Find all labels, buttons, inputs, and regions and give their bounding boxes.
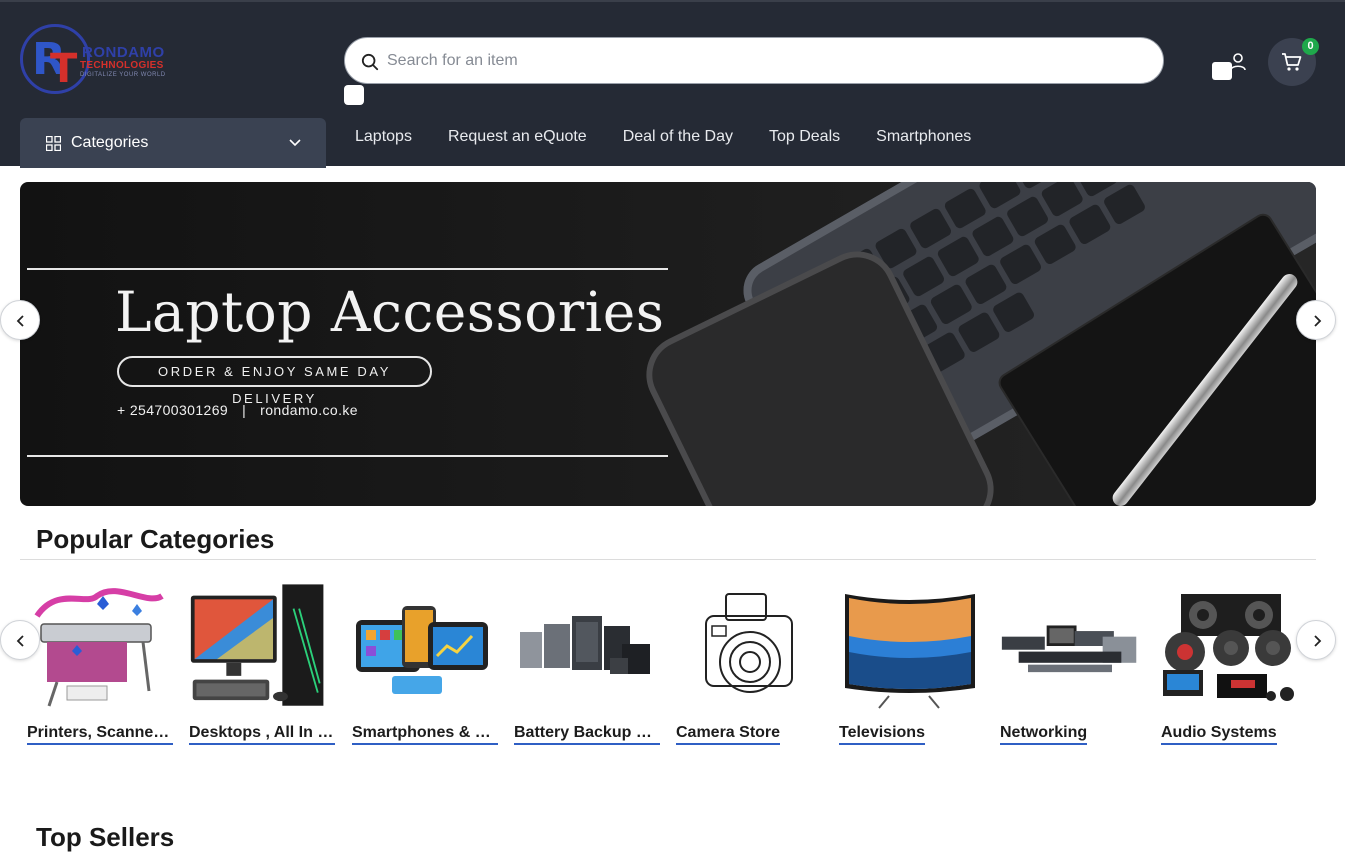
banner-next-button[interactable]: [1296, 300, 1336, 340]
banner-rule-top: [27, 268, 668, 270]
category-name[interactable]: Televisions: [839, 724, 925, 745]
categories-dropdown-button[interactable]: Categories: [20, 118, 326, 168]
banner-title: Laptop Accessories: [115, 280, 665, 344]
search-input[interactable]: [387, 48, 1147, 74]
television-image: [845, 594, 975, 709]
cart-button[interactable]: 0: [1268, 38, 1319, 86]
categories-prev-button[interactable]: [0, 620, 40, 660]
banner-phone: + 254700301269: [117, 402, 229, 418]
brand-name: RONDAMO: [82, 44, 165, 61]
site-header: R T RONDAMO TECHNOLOGIES DIGITALIZE YOUR…: [0, 0, 1345, 168]
camera-image: [705, 593, 793, 693]
chevron-down-icon: [289, 139, 301, 147]
nav-link-laptops[interactable]: Laptops: [355, 128, 412, 146]
hero-banner[interactable]: Laptop Accessories ORDER & ENJOY SAME DA…: [20, 182, 1316, 506]
chevron-left-icon: [16, 315, 24, 327]
category-card-smartphones[interactable]: Smartphones & Tablets: [352, 576, 502, 746]
banner-delivery-pill: ORDER & ENJOY SAME DAY DELIVERY: [117, 356, 432, 406]
banner-prev-button[interactable]: [0, 300, 40, 340]
category-name[interactable]: Battery Backup & UPS: [514, 724, 660, 745]
account-badge: [1212, 62, 1232, 80]
banner-rule-bottom: [27, 455, 668, 457]
category-card-printers[interactable]: Printers, Scanners & Copiers: [27, 576, 177, 746]
search-option-checkbox[interactable]: [344, 85, 364, 105]
networking-image: [1001, 625, 1137, 673]
banner-contact: + 254700301269 | rondamo.co.ke: [117, 402, 358, 418]
categories-next-button[interactable]: [1296, 620, 1336, 660]
category-name[interactable]: Printers, Scanners & Copiers: [27, 724, 173, 745]
popular-categories-heading: Popular Categories: [36, 524, 275, 554]
brand-logo[interactable]: R T RONDAMO TECHNOLOGIES DIGITALIZE YOUR…: [20, 24, 190, 96]
main-nav: Laptops Request an eQuote Deal of the Da…: [355, 128, 971, 146]
category-name[interactable]: Desktops , All In One: [189, 724, 335, 745]
category-name[interactable]: Smartphones & Tablets: [352, 724, 498, 745]
nav-link-smartphones[interactable]: Smartphones: [876, 128, 971, 146]
banner-website: rondamo.co.ke: [260, 402, 358, 418]
search-bar[interactable]: [344, 37, 1164, 84]
categories-label: Categories: [71, 134, 149, 151]
category-card-networking[interactable]: Networking: [1000, 576, 1150, 746]
brand-tagline: DIGITALIZE YOUR WORLD: [80, 72, 166, 78]
chevron-right-icon: [1314, 315, 1322, 327]
category-name[interactable]: Audio Systems: [1161, 724, 1277, 745]
nav-link-deal-of-the-day[interactable]: Deal of the Day: [623, 128, 733, 146]
brand-subname: TECHNOLOGIES: [80, 60, 164, 71]
category-card-desktops[interactable]: Desktops , All In One: [189, 576, 339, 746]
category-name[interactable]: Networking: [1000, 724, 1088, 745]
category-card-camera[interactable]: Camera Store: [676, 576, 826, 746]
audio-systems-image: [1163, 594, 1294, 701]
smartphone-image: [356, 606, 488, 694]
grid-icon: [46, 136, 61, 151]
search-icon: [361, 53, 379, 71]
printer-image: [34, 588, 164, 707]
category-card-audio-systems[interactable]: Audio Systems: [1161, 576, 1311, 746]
category-card-televisions[interactable]: Televisions: [839, 576, 989, 746]
section-divider: [20, 559, 1316, 560]
popular-categories-carousel: Printers, Scanners & Copiers Desktops , …: [27, 576, 1307, 746]
nav-link-top-deals[interactable]: Top Deals: [769, 128, 840, 146]
category-card-battery-backup[interactable]: Battery Backup & UPS: [514, 576, 664, 746]
account-button[interactable]: [1212, 50, 1248, 84]
cart-count-badge: 0: [1302, 38, 1319, 55]
chevron-left-icon: [16, 635, 24, 647]
chevron-right-icon: [1314, 635, 1322, 647]
desktop-image: [190, 584, 324, 706]
category-name[interactable]: Camera Store: [676, 724, 781, 745]
banner-separator: |: [242, 402, 247, 418]
logo-mark-accent: T: [50, 46, 78, 92]
ups-image: [520, 616, 650, 674]
cart-icon: [1282, 53, 1302, 71]
nav-link-request-equote[interactable]: Request an eQuote: [448, 128, 587, 146]
